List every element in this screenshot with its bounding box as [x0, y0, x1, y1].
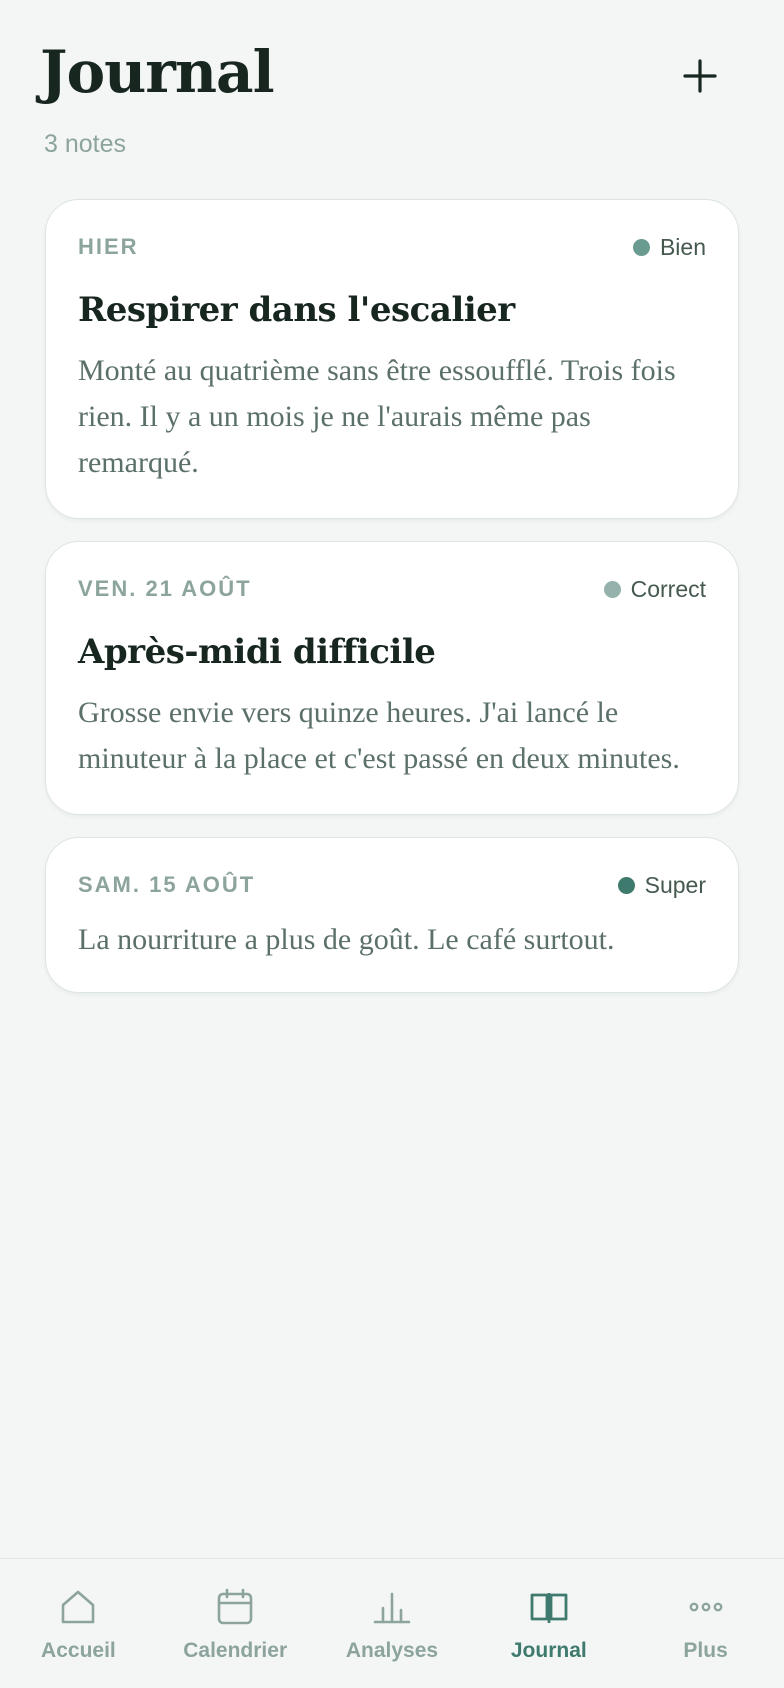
calendar-icon [215, 1587, 255, 1627]
tab-label: Plus [683, 1639, 728, 1662]
journal-entry-card[interactable]: HIER Bien Respirer dans l'escalier Monté… [45, 199, 739, 519]
tab-label: Calendrier [183, 1639, 288, 1662]
mood-label: Correct [630, 575, 706, 602]
mood-badge: Bien [632, 233, 706, 261]
mood-badge: Super [617, 871, 706, 899]
tab-plus[interactable]: Plus [627, 1559, 784, 1688]
journal-entries-list: HIER Bien Respirer dans l'escalier Monté… [45, 199, 739, 1015]
entry-date: SAM. 15 AOÛT [78, 872, 256, 897]
plus-icon [683, 59, 717, 93]
mood-dot-icon [603, 580, 621, 598]
more-icon [686, 1587, 726, 1627]
mood-badge: Correct [603, 575, 706, 603]
mood-dot-icon [632, 238, 650, 256]
tab-label: Analyses [345, 1639, 439, 1662]
tab-label: Accueil [41, 1639, 116, 1662]
bar-chart-icon [372, 1587, 412, 1627]
entry-title: Respirer dans l'escalier [78, 290, 515, 330]
journal-entry-card[interactable]: SAM. 15 AOÛT Super La nourriture a plus … [45, 837, 739, 993]
mood-label: Bien [659, 233, 706, 260]
add-note-button[interactable] [672, 48, 728, 104]
tab-journal[interactable]: Journal [470, 1559, 627, 1688]
journal-screen: Journal 3 notes HIER Bien Respirer dans … [0, 0, 784, 1688]
tab-analyses[interactable]: Analyses [314, 1559, 471, 1688]
notes-count: 3 notes [44, 130, 127, 158]
entry-meta: SAM. 15 AOÛT Super [78, 872, 706, 898]
entry-meta: VEN. 21 AOÛT Correct [78, 576, 706, 602]
entry-body: Monté au quatrième sans être essoufflé. … [78, 354, 676, 479]
home-icon [58, 1587, 98, 1627]
entry-body: La nourriture a plus de goût. Le café su… [78, 923, 615, 956]
entry-date: HIER [78, 234, 139, 259]
mood-label: Super [644, 871, 706, 898]
bottom-tab-bar: Accueil Calendrier Analyses Journal Plus [0, 1558, 784, 1688]
tab-label: Journal [510, 1639, 587, 1662]
book-icon [529, 1587, 569, 1627]
journal-entry-card[interactable]: VEN. 21 AOÛT Correct Après-midi difficil… [45, 541, 739, 815]
entry-title: Après-midi difficile [78, 632, 436, 672]
entry-body: Grosse envie vers quinze heures. J'ai la… [78, 696, 680, 775]
header: Journal 3 notes [0, 0, 784, 180]
tab-calendrier[interactable]: Calendrier [157, 1559, 314, 1688]
entry-meta: HIER Bien [78, 234, 706, 260]
page-title: Journal [40, 38, 275, 106]
tab-accueil[interactable]: Accueil [0, 1559, 157, 1688]
mood-dot-icon [617, 876, 635, 894]
entry-date: VEN. 21 AOÛT [78, 576, 252, 601]
